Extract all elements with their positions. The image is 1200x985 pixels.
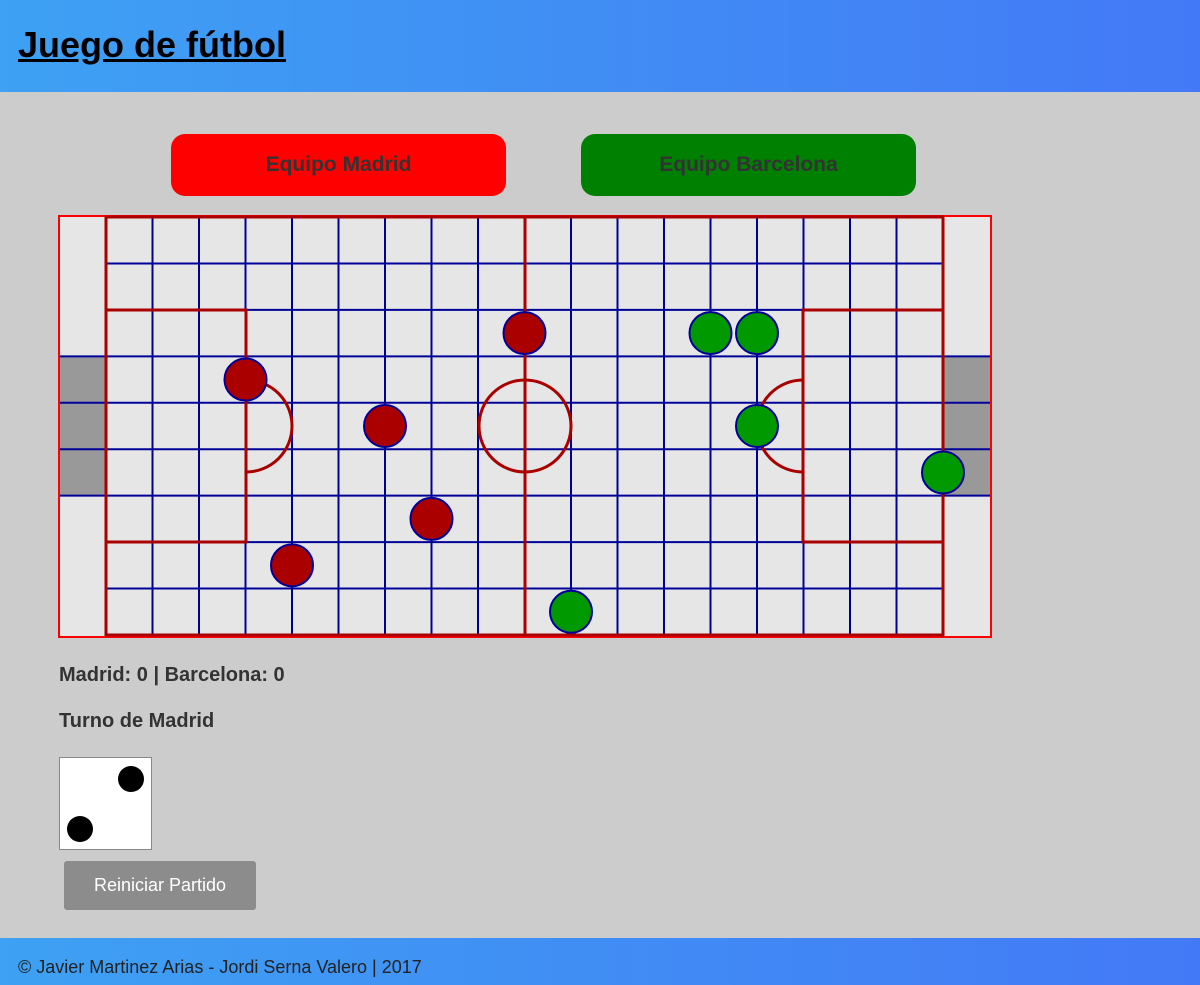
barcelona-player-token[interactable] <box>735 404 779 448</box>
turn-indicator: Turno de Madrid <box>59 710 215 732</box>
left-goal <box>60 356 106 496</box>
header: Juego de fútbol <box>0 0 1200 92</box>
barcelona-player-token[interactable] <box>549 589 593 634</box>
footer-text: © Javier Martinez Arias - Jordi Serna Va… <box>18 957 422 977</box>
dice[interactable] <box>59 757 152 850</box>
team-barcelona-button[interactable]: Equipo Barcelona <box>581 134 916 196</box>
score-display: Madrid: 0 | Barcelona: 0 <box>59 664 285 686</box>
team-madrid-button[interactable]: Equipo Madrid <box>171 134 506 196</box>
barcelona-player-token[interactable] <box>735 311 779 356</box>
reset-match-button[interactable]: Reiniciar Partido <box>64 861 256 910</box>
dice-pip <box>67 816 93 842</box>
madrid-player-token[interactable] <box>363 404 407 448</box>
madrid-player-token[interactable] <box>223 357 268 402</box>
madrid-player-token[interactable] <box>502 311 547 356</box>
dice-pip <box>118 766 144 792</box>
madrid-player-token[interactable] <box>270 543 314 588</box>
barcelona-player-token[interactable] <box>921 450 965 495</box>
page-title: Juego de fútbol <box>18 24 286 65</box>
game-board[interactable] <box>58 215 992 638</box>
madrid-player-token[interactable] <box>409 496 454 541</box>
footer: © Javier Martinez Arias - Jordi Serna Va… <box>0 938 1200 985</box>
barcelona-player-token[interactable] <box>688 311 733 356</box>
